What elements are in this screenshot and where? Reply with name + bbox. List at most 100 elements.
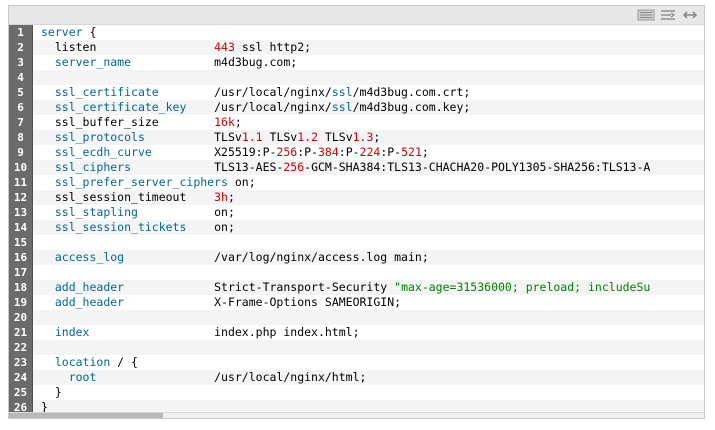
code-token: "max-age=31536000; preload; includeSu bbox=[394, 280, 651, 294]
code-token: 384 bbox=[317, 145, 339, 159]
line-number: 24 bbox=[9, 370, 33, 385]
code-token: TLS13-AES- bbox=[131, 160, 284, 174]
code-token: ssl_session_tickets bbox=[54, 220, 187, 234]
code-line: 17 bbox=[9, 265, 704, 280]
code-line: 21 index index.php index.html; bbox=[9, 325, 704, 340]
code-text: index index.php index.html; bbox=[41, 325, 360, 340]
code-text: listen 443 ssl http2; bbox=[41, 40, 311, 55]
code-token: X-Frame-Options SAMEORIGIN; bbox=[124, 295, 402, 309]
code-token: /var/log/nginx/access.log main; bbox=[124, 250, 429, 264]
line-number: 19 bbox=[9, 295, 33, 310]
code-token: ssl_ciphers bbox=[54, 160, 132, 174]
code-token: ssl_protocols bbox=[54, 130, 145, 144]
code-token: ssl bbox=[331, 85, 353, 99]
code-line: 19 add_header X-Frame-Options SAMEORIGIN… bbox=[9, 295, 704, 310]
code-line: 18 add_header Strict-Transport-Security … bbox=[9, 280, 704, 295]
code-line: 4 bbox=[9, 70, 704, 85]
code-token: ssl_ecdh_curve bbox=[54, 145, 152, 159]
view-source-icon[interactable] bbox=[636, 8, 656, 22]
code-line: 1 server { bbox=[9, 25, 704, 40]
code-token: index bbox=[54, 325, 90, 339]
code-token: on; bbox=[186, 220, 235, 234]
code-token: 1.2 bbox=[297, 130, 318, 144]
code-token: :P- bbox=[338, 145, 360, 159]
line-number: 6 bbox=[9, 100, 33, 115]
code-token: /m4d3bug.com.key; bbox=[352, 100, 471, 114]
code-text: ssl_session_timeout 3h; bbox=[41, 190, 235, 205]
line-number: 2 bbox=[9, 40, 33, 55]
code-line: 14 ssl_session_tickets on; bbox=[9, 220, 704, 235]
code-line: 12 ssl_session_timeout 3h; bbox=[9, 190, 704, 205]
line-number: 14 bbox=[9, 220, 33, 235]
line-number: 9 bbox=[9, 145, 33, 160]
code-text: server { bbox=[41, 25, 96, 40]
code-token: m4d3bug.com; bbox=[131, 55, 298, 69]
code-text: server_name m4d3bug.com; bbox=[41, 55, 297, 70]
line-number: 4 bbox=[9, 70, 33, 85]
line-number: 17 bbox=[9, 265, 33, 280]
code-text: ssl_protocols TLSv1.1 TLSv1.2 TLSv1.3; bbox=[41, 130, 380, 145]
line-number: 21 bbox=[9, 325, 33, 340]
code-token: server_name bbox=[54, 55, 132, 69]
code-token: ; bbox=[373, 130, 381, 144]
code-line: 6 ssl_certificate_key /usr/local/nginx/s… bbox=[9, 100, 704, 115]
code-line: 8 ssl_protocols TLSv1.1 TLSv1.2 TLSv1.3; bbox=[9, 130, 704, 145]
horizontal-scrollbar[interactable] bbox=[9, 412, 704, 418]
code-line: 7 ssl_buffer_size 16k; bbox=[9, 115, 704, 130]
code-token: / { bbox=[110, 355, 138, 369]
code-token: /m4d3bug.com.crt; bbox=[352, 85, 471, 99]
line-number: 11 bbox=[9, 175, 33, 190]
code-lines[interactable]: 1 server {2 listen 443 ssl http2; 3 server… bbox=[9, 25, 704, 414]
code-text: ssl_ecdh_curve X25519:P-256:P-384:P-224:… bbox=[41, 145, 429, 160]
code-token: ssl http2; bbox=[234, 40, 312, 54]
code-line: 2 listen 443 ssl http2; bbox=[9, 40, 704, 55]
code-text: ssl_certificate_key /usr/local/nginx/ssl… bbox=[41, 100, 470, 115]
code-token: ssl_certificate bbox=[54, 85, 159, 99]
code-token: 16k bbox=[214, 115, 235, 129]
code-token: 1.1 bbox=[241, 130, 263, 144]
code-text: location / { bbox=[41, 355, 138, 370]
code-token: 521 bbox=[401, 145, 422, 159]
line-number: 23 bbox=[9, 355, 33, 370]
line-number: 22 bbox=[9, 340, 33, 355]
expand-icon[interactable] bbox=[680, 8, 700, 22]
line-number: 15 bbox=[9, 235, 33, 250]
scrollbar-thumb[interactable] bbox=[9, 413, 163, 418]
code-token: :P- bbox=[380, 145, 402, 159]
code-toolbar bbox=[9, 6, 704, 25]
code-token: listen bbox=[54, 40, 97, 54]
code-line: 5 ssl_certificate /usr/local/nginx/ssl/m… bbox=[9, 85, 704, 100]
line-number: 3 bbox=[9, 55, 33, 70]
code-token: location bbox=[54, 355, 111, 369]
code-token: ; bbox=[227, 190, 235, 204]
line-number: 10 bbox=[9, 160, 33, 175]
code-token: X25519:P- bbox=[151, 145, 277, 159]
code-token: :P- bbox=[297, 145, 318, 159]
code-token: ssl_certificate_key bbox=[54, 100, 187, 114]
code-token: TLSv bbox=[262, 130, 298, 144]
code-token: 256 bbox=[283, 160, 305, 174]
code-text: add_header Strict-Transport-Security "ma… bbox=[41, 280, 650, 295]
wrap-lines-icon[interactable] bbox=[658, 8, 678, 22]
code-text: ssl_certificate /usr/local/nginx/ssl/m4d… bbox=[41, 85, 470, 100]
code-line: 15 bbox=[9, 235, 704, 250]
code-token: ssl_buffer_size bbox=[54, 115, 159, 129]
code-token: 224 bbox=[359, 145, 381, 159]
code-block: 1 server {2 listen 443 ssl http2; 3 server… bbox=[8, 5, 705, 419]
code-token: { bbox=[82, 25, 97, 39]
